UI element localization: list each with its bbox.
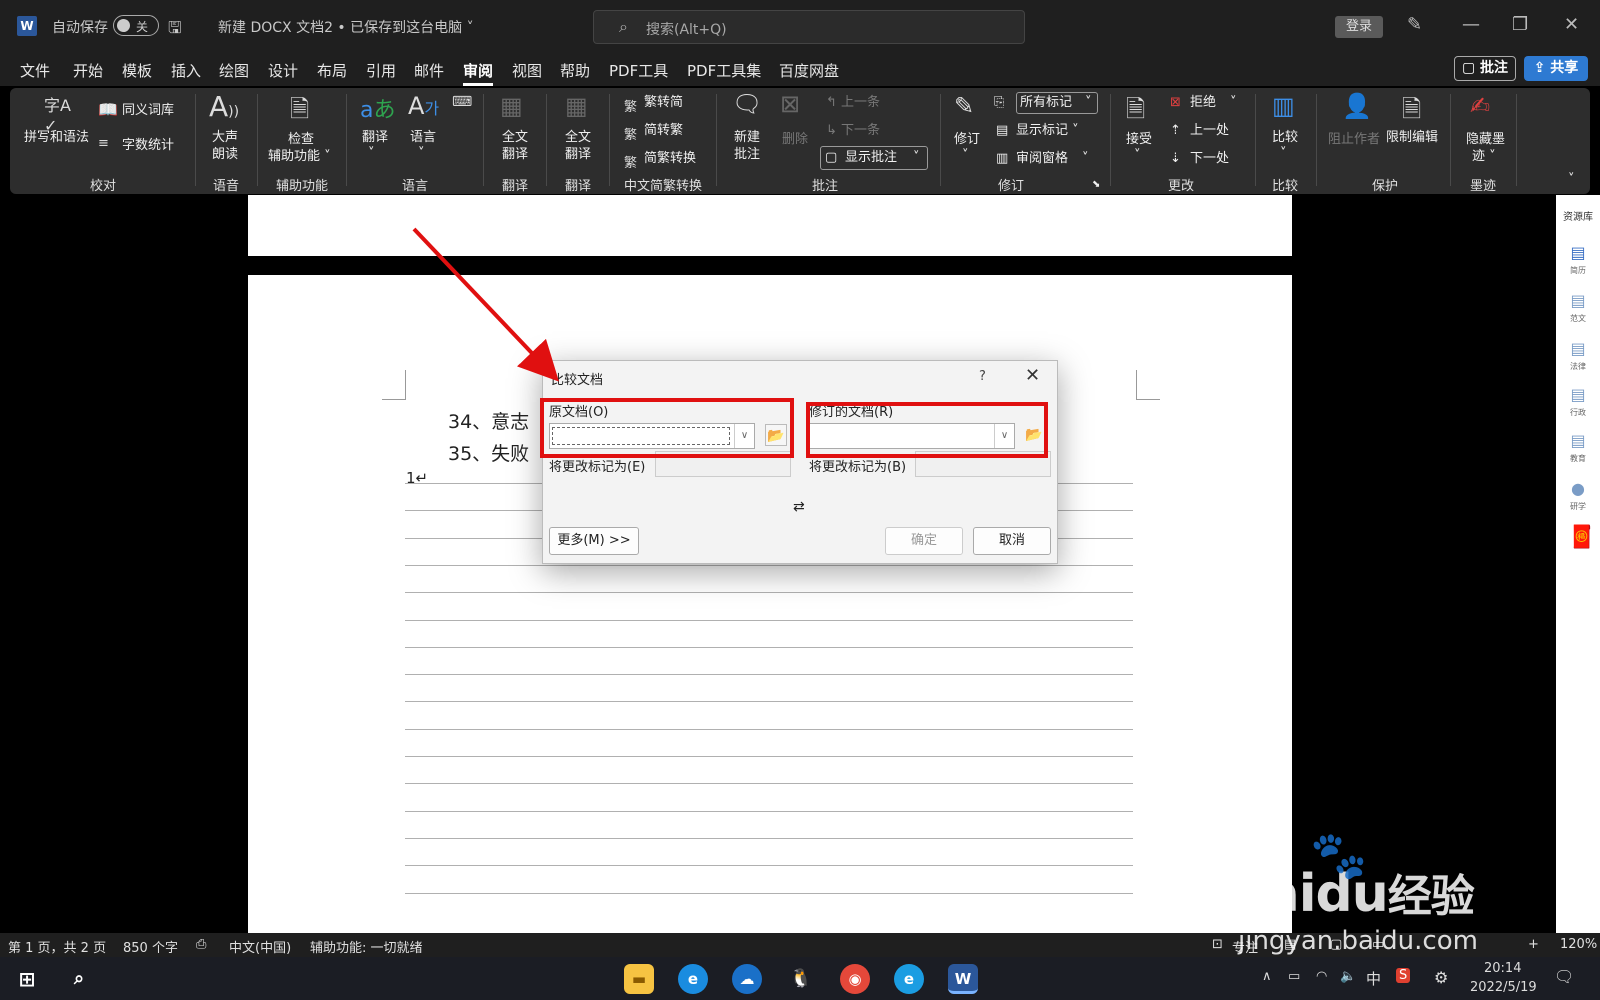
word-count[interactable]: 850 个字 (123, 937, 178, 956)
red-arrow-line (412, 227, 560, 382)
accessibility-status[interactable]: 辅助功能: 一切就绪 (310, 937, 423, 956)
battery-icon[interactable]: ▭ (1288, 969, 1300, 984)
settings-gear-icon[interactable]: ⚙ (1434, 968, 1448, 987)
proofing-status-icon[interactable]: ⎙ (196, 937, 206, 952)
tray-overflow-icon[interactable]: ∧ (1262, 969, 1272, 984)
focus-icon[interactable]: ⊡ (1212, 937, 1223, 952)
windows-start-icon[interactable]: ⊞ (12, 964, 42, 994)
ie-browser-icon[interactable]: e (678, 964, 708, 994)
clock-time[interactable]: 20:14 (1484, 961, 1521, 976)
volume-icon[interactable]: 🔈 (1340, 969, 1356, 984)
file-explorer-icon[interactable]: ▬ (624, 964, 654, 994)
word-taskbar-icon[interactable]: W (948, 964, 978, 994)
clock-date[interactable]: 2022/5/19 (1470, 980, 1537, 995)
highlight-original-box (540, 398, 794, 458)
zoom-in-icon[interactable]: + (1528, 937, 1539, 952)
baidu-paw-logo-icon: 🐾 (1310, 828, 1368, 882)
notification-icon[interactable]: 🗨 (1554, 967, 1574, 986)
chrome-icon[interactable]: ◉ (840, 964, 870, 994)
edge-icon[interactable]: e (894, 964, 924, 994)
page-count[interactable]: 第 1 页，共 2 页 (8, 937, 106, 956)
sogou-ime-icon[interactable]: S (1396, 968, 1411, 983)
qq-icon[interactable]: 🐧 (786, 964, 816, 994)
language-status[interactable]: 中文(中国) (229, 937, 291, 956)
highlight-revised-box (806, 402, 1048, 458)
zoom-level[interactable]: 120% (1560, 937, 1597, 952)
watermark-brand-cn: 经验 (1387, 871, 1475, 922)
wifi-icon[interactable]: ◠ (1316, 969, 1327, 984)
taskbar: ⊞ ⌕ ▬ e ☁ 🐧 ◉ e W ∧ ▭ ◠ 🔈 中 S ⚙ 20:14 20… (0, 957, 1600, 1000)
watermark-url: jingyan.baidu.com (1238, 926, 1478, 956)
ime-indicator[interactable]: 中 (1366, 968, 1381, 989)
search-taskbar-icon[interactable]: ⌕ (64, 964, 94, 994)
cloud-app-icon[interactable]: ☁ (732, 964, 762, 994)
